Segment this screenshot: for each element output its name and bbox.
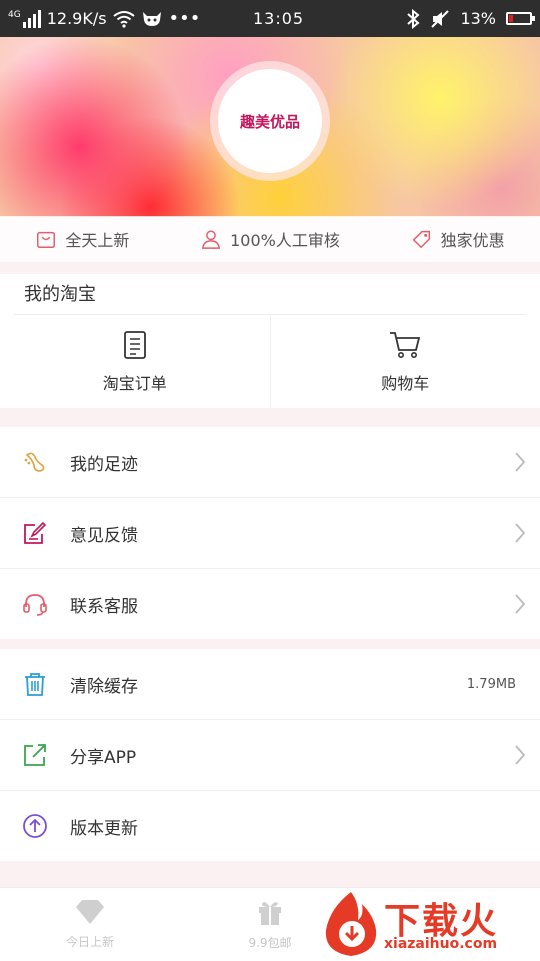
trash-icon — [22, 671, 48, 697]
shopping-bag-icon — [35, 228, 57, 250]
headset-icon — [22, 591, 48, 617]
menu-group-settings: 清除缓存 1.79MB 分享APP 版本更新 — [0, 649, 540, 861]
feature-label: 100%人工审核 — [230, 227, 340, 251]
taobao-orders-button[interactable]: 淘宝订单 — [0, 315, 270, 408]
menu-item-label: 版本更新 — [70, 814, 540, 839]
header-banner: 趣美优品 — [0, 37, 540, 217]
tab-today-new[interactable]: 今日上新 — [30, 888, 150, 961]
feedback-edit-icon — [22, 520, 48, 546]
shopping-cart-icon — [388, 330, 422, 360]
more-icon: ••• — [169, 14, 201, 24]
my-taobao-card: 我的淘宝 淘宝订单 购物车 — [0, 274, 540, 408]
status-bar: 4G 12.9K/s ••• 13:05 13% — [0, 0, 540, 37]
watermark: 下载火 xiazaihuo.com — [318, 886, 540, 960]
menu-item-version-update[interactable]: 版本更新 — [0, 790, 540, 861]
tab-9-9-free-shipping[interactable]: 9.9包邮 — [210, 888, 330, 961]
menu-item-share-app[interactable]: 分享APP — [0, 719, 540, 790]
brand-logo: 趣美优品 — [210, 61, 330, 181]
tag-icon — [411, 228, 433, 250]
feature-item: 独家优惠 — [411, 227, 505, 251]
menu-item-clear-cache[interactable]: 清除缓存 1.79MB — [0, 649, 540, 719]
brand-logo-text: 趣美优品 — [218, 69, 322, 173]
footprint-icon — [22, 449, 48, 475]
upgrade-icon — [22, 813, 48, 839]
menu-item-customer-service[interactable]: 联系客服 — [0, 568, 540, 639]
shopping-cart-button[interactable]: 购物车 — [270, 315, 540, 408]
feature-item: 100%人工审核 — [200, 227, 340, 251]
chevron-right-icon — [514, 522, 526, 544]
feature-label: 独家优惠 — [441, 227, 505, 251]
menu-item-label: 清除缓存 — [70, 672, 467, 697]
menu-item-label: 联系客服 — [70, 592, 500, 617]
feature-strip: 全天上新 100%人工审核 独家优惠 — [0, 216, 540, 262]
battery-percent: 13% — [460, 9, 496, 28]
diamond-icon — [74, 899, 106, 925]
share-icon — [22, 742, 48, 768]
watermark-url: xiazaihuo.com — [384, 936, 497, 952]
cache-size: 1.79MB — [467, 677, 540, 692]
network-speed: 12.9K/s — [47, 9, 107, 28]
wifi-icon — [113, 10, 135, 28]
network-type: 4G — [8, 11, 21, 20]
gift-icon — [256, 898, 284, 926]
app-notification-icon — [141, 10, 163, 28]
order-list-icon — [121, 330, 149, 360]
chevron-right-icon — [514, 744, 526, 766]
tab-label: 今日上新 — [66, 933, 114, 950]
section-title: 我的淘宝 — [0, 274, 540, 314]
taobao-orders-label: 淘宝订单 — [103, 370, 167, 394]
mute-icon — [430, 9, 450, 29]
clock: 13:05 — [228, 9, 406, 28]
tab-label: 9.9包邮 — [248, 934, 291, 951]
flame-logo-icon — [318, 886, 384, 960]
bluetooth-icon — [406, 9, 420, 29]
feature-item: 全天上新 — [35, 227, 129, 251]
chevron-right-icon — [514, 451, 526, 473]
chevron-right-icon — [514, 593, 526, 615]
menu-item-label: 意见反馈 — [70, 521, 500, 546]
signal-icon — [23, 10, 41, 28]
menu-item-label: 分享APP — [70, 743, 500, 768]
menu-item-label: 我的足迹 — [70, 450, 500, 475]
menu-item-footprint[interactable]: 我的足迹 — [0, 427, 540, 497]
shopping-cart-label: 购物车 — [381, 370, 429, 394]
battery-icon — [506, 12, 532, 25]
menu-group-personal: 我的足迹 意见反馈 联系客服 — [0, 427, 540, 639]
menu-item-feedback[interactable]: 意见反馈 — [0, 497, 540, 568]
person-icon — [200, 228, 222, 250]
feature-label: 全天上新 — [65, 227, 129, 251]
